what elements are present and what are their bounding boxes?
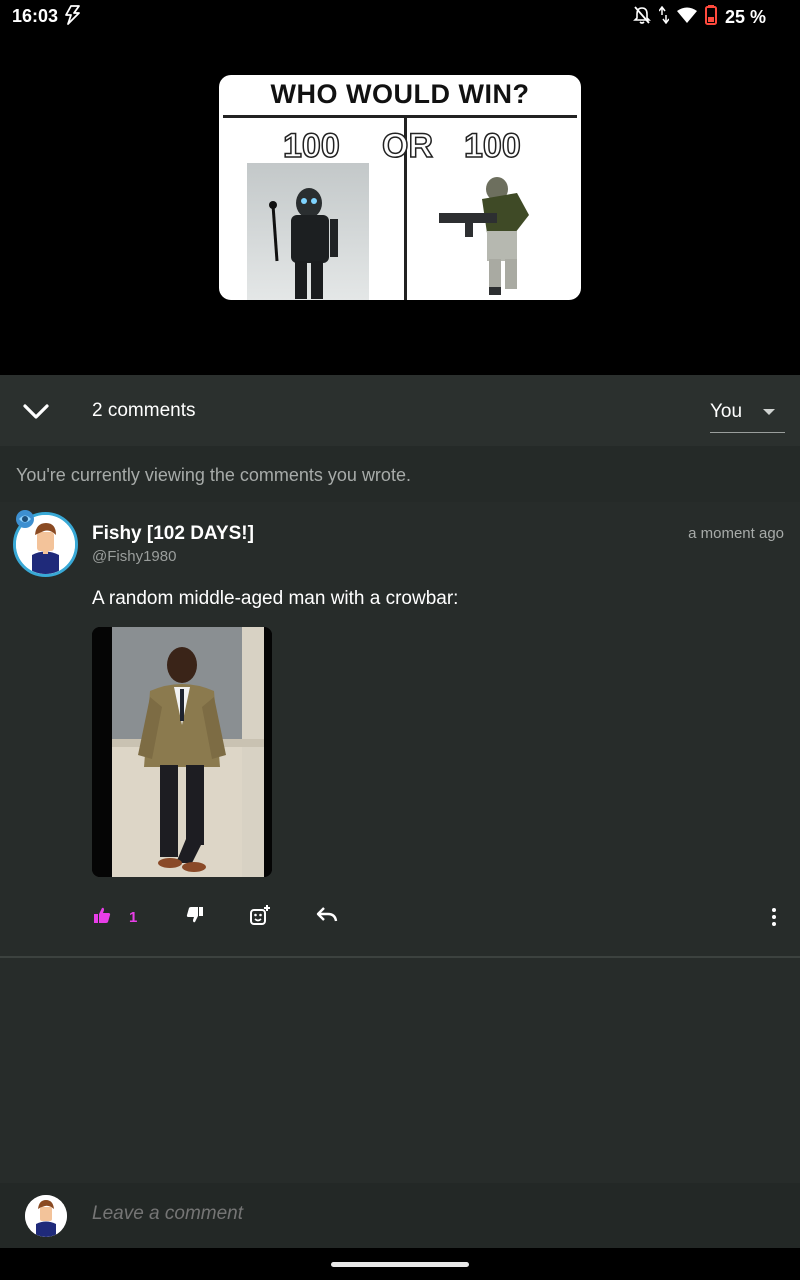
status-time: 16:03 (12, 6, 59, 26)
comment-timestamp: a moment ago (688, 525, 784, 542)
post-media-area: WHO WOULD WIN? 100 OR 100 (0, 34, 800, 375)
reply-icon (316, 906, 338, 929)
emoji-add-icon (249, 904, 271, 931)
meme-right-figure (437, 175, 547, 297)
meme-left-figure (247, 163, 369, 300)
chevron-down-icon[interactable] (20, 397, 52, 425)
meme-divider-horizontal (223, 115, 577, 118)
comment-composer (0, 1183, 800, 1248)
bolt-icon (62, 4, 84, 31)
comment-handle: @Fishy1980 (92, 548, 177, 565)
wifi-icon (676, 7, 697, 28)
status-bar: 16:03 25 % (0, 0, 800, 34)
mute-icon (633, 5, 651, 30)
filter-info-text: You're currently viewing the comments yo… (16, 465, 411, 485)
meme-title: WHO WOULD WIN? (270, 79, 530, 109)
home-gesture-handle[interactable] (331, 1262, 469, 1267)
more-vert-icon[interactable] (768, 906, 780, 928)
comment-text: A random middle-aged man with a crowbar: (92, 588, 459, 609)
caret-down-icon (763, 409, 775, 415)
meme-or-text: OR (381, 126, 434, 166)
comment-image[interactable] (92, 627, 272, 877)
dislike-button[interactable] (186, 902, 204, 932)
meme-right-count: 100 (463, 126, 521, 166)
like-button[interactable]: 1 (93, 902, 137, 932)
add-reaction-button[interactable] (249, 902, 271, 932)
battery-icon (704, 5, 717, 30)
reply-button[interactable] (316, 902, 338, 932)
meme-left-count: 100 (282, 126, 340, 166)
comments-count: 2 comments (92, 400, 196, 421)
comment-author[interactable]: Fishy [102 DAYS!] (92, 523, 254, 545)
comment-filter-select[interactable]: You (710, 389, 785, 433)
like-count: 1 (129, 908, 138, 926)
comment-filter-value: You (710, 401, 743, 422)
comment-item: Fishy [102 DAYS!] @Fishy1980 a moment ag… (0, 502, 800, 958)
comments-header: 2 comments You (0, 375, 800, 446)
comments-sheet: 2 comments You You're currently viewing … (0, 375, 800, 1248)
thumbs-down-icon (186, 906, 204, 929)
meme-image[interactable]: WHO WOULD WIN? 100 OR 100 (219, 75, 581, 300)
data-arrows-icon (658, 5, 670, 29)
comment-input[interactable] (92, 1203, 772, 1225)
battery-percent: 25 % (724, 7, 766, 27)
filter-info-bar: You're currently viewing the comments yo… (0, 446, 800, 502)
comment-actions: 1 (0, 902, 800, 936)
avatar-badge-icon (14, 508, 36, 530)
navigation-bar (0, 1248, 800, 1280)
avatar (25, 1195, 67, 1237)
thumbs-up-icon (93, 906, 111, 929)
